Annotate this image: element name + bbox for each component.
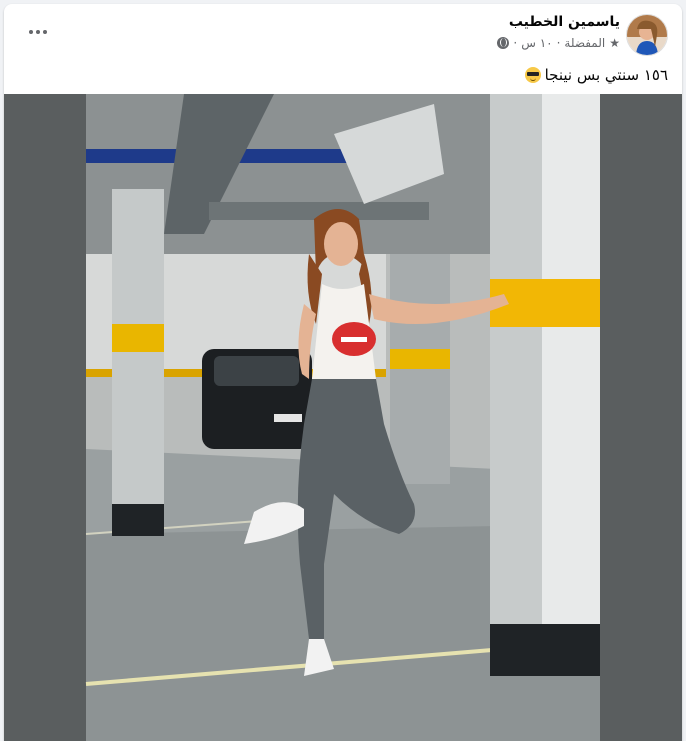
meta-separator: · xyxy=(556,36,561,50)
audience-label[interactable]: المفضلة xyxy=(564,36,605,50)
post-caption: ١٥٦ سنتي بس نينجا xyxy=(524,66,668,84)
sunglasses-emoji-icon xyxy=(524,67,541,83)
caption-text: ١٥٦ سنتي بس نينجا xyxy=(544,66,668,84)
author-avatar[interactable] xyxy=(626,14,668,56)
avatar-image xyxy=(627,15,667,55)
post-time[interactable]: ١٠ س xyxy=(521,36,552,50)
post-header: ياسمين الخطيب ★ المفضلة · ١٠ س · xyxy=(4,4,682,62)
meta-separator: · xyxy=(513,36,518,50)
globe-icon[interactable] xyxy=(497,37,510,49)
post-card: ياسمين الخطيب ★ المفضلة · ١٠ س · ١٥٦ سنت… xyxy=(4,4,682,741)
star-icon: ★ xyxy=(609,36,620,50)
parking-photo xyxy=(4,94,682,741)
author-name[interactable]: ياسمين الخطيب xyxy=(509,14,620,30)
more-options-icon[interactable] xyxy=(26,22,50,42)
post-photo[interactable] xyxy=(4,94,682,741)
post-meta: ★ المفضلة · ١٠ س · xyxy=(497,36,620,50)
